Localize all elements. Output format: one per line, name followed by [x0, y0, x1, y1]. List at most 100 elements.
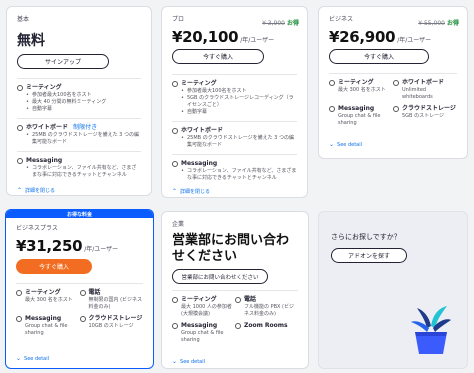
whiteboard-icon: [172, 128, 178, 134]
price-row: ¥31,250 /年/ユーザー: [16, 237, 143, 255]
divider: [172, 154, 297, 155]
feature-title: 電話: [244, 296, 257, 303]
feature-messaging: Messaging コラボレーション、ファイル共有など、さまざまな事に対応できる…: [172, 160, 297, 182]
feature-bullet: 自動字幕: [26, 106, 141, 113]
collapse-details-link[interactable]: ⌃ 詳細を閉じる: [17, 187, 141, 194]
price-unit: /年/ユーザー: [397, 37, 432, 44]
feature-bullet: 25MB のクラウドストレージを備えた 3 つの編集可能なボード: [26, 132, 141, 146]
feature-title: ミーティング: [181, 80, 217, 87]
feature-title: Messaging: [338, 105, 375, 112]
feature-sub: 最大 1000 人の参加者 (大規模会議): [181, 304, 232, 317]
feature-bullet: 5GB のクラウドストレージレコーディング（ライセンスごと）: [181, 95, 297, 109]
link-label: 詳細を閉じる: [180, 189, 211, 195]
feature-cloud-storage: クラウドストレージ 10GB のストレージ: [79, 315, 144, 337]
original-price: ¥ 3,900: [262, 20, 285, 27]
feature-title: Messaging: [181, 322, 218, 329]
video-icon: [172, 81, 178, 87]
feature-meeting: ミーティング 最大 300 名をホスト: [16, 289, 80, 311]
feature-bullet: 最大 40 分間の無料ミーティング: [26, 99, 141, 106]
feature-bullet: コラボレーション、ファイル共有など、さまざまな事に対応できるチャットとチャンネル: [26, 165, 141, 179]
chat-icon: [16, 316, 22, 322]
whiteboard-icon: [393, 80, 399, 86]
feature-messaging: Messaging コラボレーション、ファイル共有など、さまざまな事に対応できる…: [17, 157, 141, 179]
price: ¥26,900: [329, 28, 396, 46]
feature-sub: Group chat & file sharing: [338, 113, 381, 126]
discount: ¥ 3,900 お得: [262, 18, 299, 27]
feature-messaging: Messaging Group chat & file sharing: [172, 322, 235, 344]
plan-tier: ビジネスプラス: [16, 225, 58, 232]
feature-meeting: ミーティング 参加者最大100名をホスト 5GB のクラウドストレージレコーディ…: [172, 80, 297, 116]
divider: [17, 118, 141, 119]
feature-sub: Group chat & file sharing: [181, 330, 224, 343]
buy-now-button[interactable]: 今すぐ購入: [329, 49, 429, 64]
plan-tier: 基本: [17, 16, 30, 23]
price-unit: /年/ユーザー: [240, 37, 275, 44]
divider: [172, 74, 297, 75]
room-icon: [235, 323, 241, 329]
video-icon: [329, 80, 335, 86]
cloud-icon: [79, 316, 86, 322]
link-label: See detail: [180, 358, 205, 365]
price-unit: /年/ユーザー: [84, 246, 119, 253]
see-detail-link[interactable]: ⌄ See detail: [16, 355, 143, 362]
link-label: See detail: [24, 355, 49, 362]
feature-title: ミーティング: [338, 79, 374, 86]
contact-sales-button[interactable]: 営業部にお問い合わせください: [172, 269, 268, 284]
chevron-down-icon: ⌄: [16, 355, 22, 362]
discount: ¥ 55,000 お得: [418, 18, 459, 27]
feature-bullet: 参加者最大100名をホスト: [181, 88, 297, 95]
link-label: See detail: [337, 141, 362, 148]
divider: [172, 290, 298, 291]
see-detail-link[interactable]: ⌄ See detail: [172, 358, 298, 365]
chevron-up-icon: ⌃: [17, 187, 23, 194]
feature-meeting: ミーティング 最大 1000 人の参加者 (大規模会議): [172, 296, 235, 318]
plan-card-business: ビジネス ¥ 55,000 お得 ¥26,900 /年/ユーザー 今すぐ購入 ミー…: [318, 6, 468, 159]
price: ¥20,100: [172, 28, 239, 46]
video-icon: [17, 85, 23, 91]
feature-sub: 10GB のストレージ: [88, 323, 134, 329]
price-row: ¥26,900 /年/ユーザー: [329, 28, 457, 46]
plan-card-enterprise: 企業 営業部にお問い合わせください 営業部にお問い合わせください ミーティング …: [161, 211, 309, 369]
chevron-down-icon: ⌄: [329, 141, 335, 148]
phone-icon: [79, 290, 86, 296]
feature-phone: 電話 無制限の国内 (ビジネス料金のみ): [79, 289, 144, 311]
feature-bullet: 25MB のクラウドストレージを備えた 3 つの編集可能なボード: [181, 135, 297, 149]
phone-icon: [235, 297, 241, 303]
explore-addons-button[interactable]: アドオンを探す: [331, 248, 407, 263]
feature-sub: 最大 300 名をホスト: [25, 297, 73, 303]
feature-title: Messaging: [25, 315, 62, 322]
feature-zoom-rooms: Zoom Rooms: [235, 322, 298, 344]
limited-badge: 制限付き: [73, 124, 98, 131]
feature-sub: 最大 300 名をホスト: [338, 87, 386, 93]
feature-title: クラウドストレージ: [88, 315, 143, 322]
feature-bullet: 自動字幕: [181, 109, 297, 116]
feature-sub: フル機能の PBX (ビジネス料金のみ): [244, 304, 295, 317]
divider: [17, 78, 141, 79]
feature-title: ミーティング: [26, 84, 62, 91]
divider: [17, 151, 141, 152]
save-badge: お得: [286, 20, 299, 27]
save-badge: お得: [446, 20, 459, 27]
feature-sub: 無制限の国内 (ビジネス料金のみ): [88, 297, 143, 310]
plan-card-business-plus: お得な料金 ビジネスプラス ¥31,250 /年/ユーザー 今すぐ購入 ミーティ…: [5, 209, 154, 369]
contact-title: 営業部にお問い合わせください: [172, 233, 290, 264]
feature-title: Zoom Rooms: [244, 322, 288, 329]
feature-grid: ミーティング 最大 1000 人の参加者 (大規模会議) 電話 フル機能の PB…: [172, 296, 298, 348]
buy-now-button[interactable]: 今すぐ購入: [16, 259, 92, 274]
feature-whiteboard: ホワイトボード 25MB のクラウドストレージを備えた 3 つの編集可能なボード: [172, 127, 297, 149]
feature-grid: ミーティング 最大 300 名をホスト 電話 無制限の国内 (ビジネス料金のみ)…: [16, 289, 143, 341]
divider: [16, 283, 143, 284]
buy-now-button[interactable]: 今すぐ購入: [172, 49, 264, 64]
signup-button[interactable]: サインアップ: [17, 54, 109, 69]
whiteboard-icon: [17, 125, 23, 131]
see-detail-link[interactable]: ⌄ See detail: [329, 141, 457, 148]
feature-meeting: ミーティング 最大 300 名をホスト: [329, 79, 393, 101]
collapse-details-link[interactable]: ⌃ 詳細を閉じる: [172, 188, 297, 195]
feature-messaging: Messaging Group chat & file sharing: [329, 105, 393, 127]
original-price: ¥ 55,000: [418, 20, 445, 27]
feature-title: ホワイトボード: [181, 127, 224, 134]
feature-title: ホワイトボード 制限付き: [26, 124, 141, 132]
chat-icon: [172, 161, 178, 167]
feature-cloud-storage: クラウドストレージ 5GB のストレージ: [393, 105, 457, 127]
feature-phone: 電話 フル機能の PBX (ビジネス料金のみ): [235, 296, 298, 318]
